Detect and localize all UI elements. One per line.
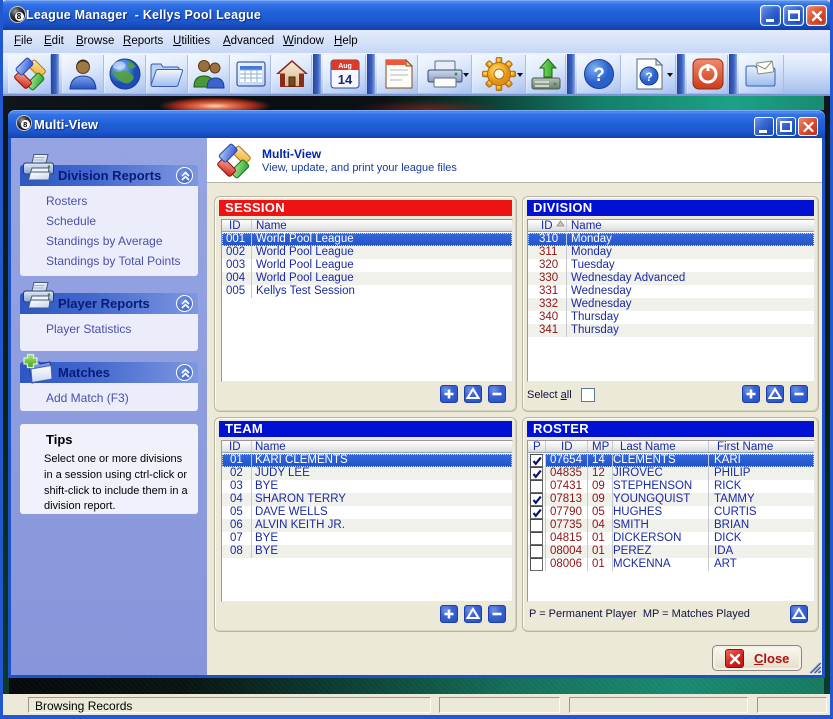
svg-text:14: 14 xyxy=(337,72,352,87)
svg-text:Aug: Aug xyxy=(338,63,352,70)
svg-text:?: ? xyxy=(645,70,652,84)
svg-text:?: ? xyxy=(593,65,605,86)
